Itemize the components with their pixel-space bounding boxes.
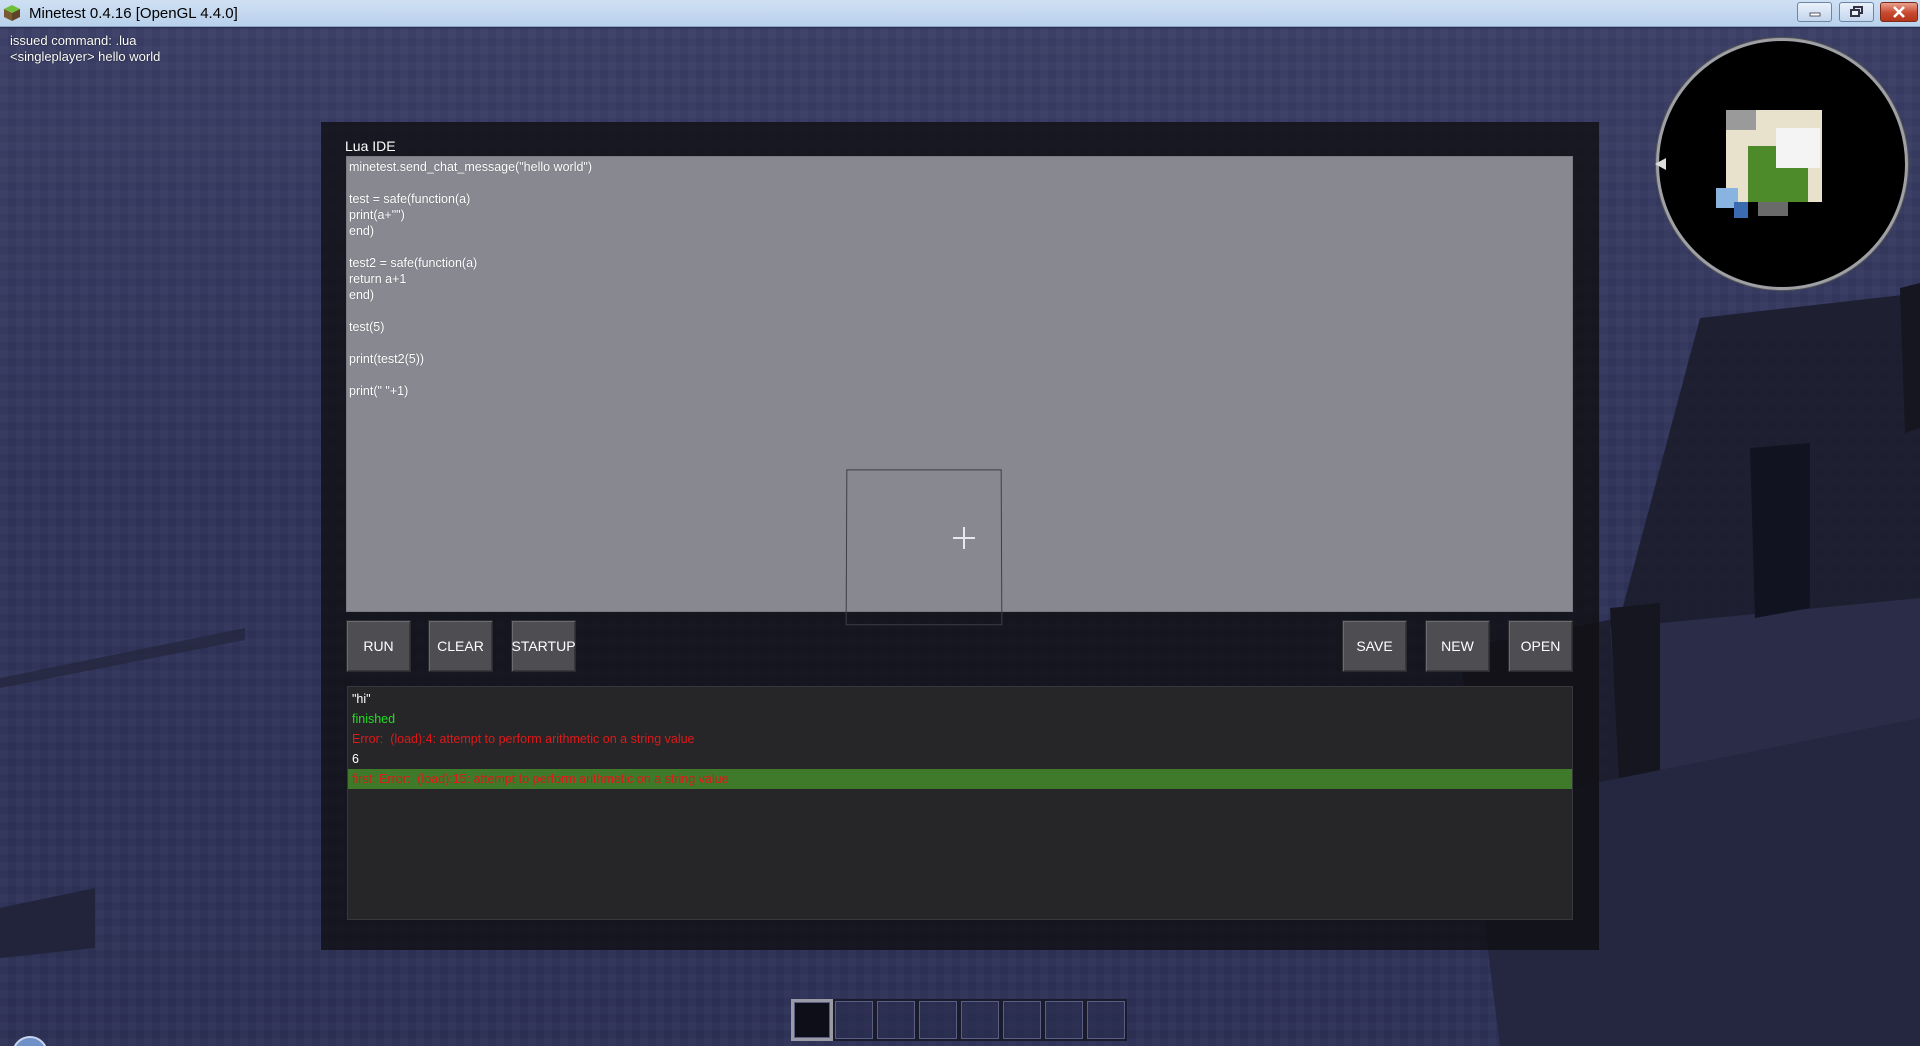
code-line: end)	[349, 224, 375, 238]
output-line[interactable]: Error: (load):4: attempt to perform arit…	[348, 729, 1572, 749]
minimize-button[interactable]	[1797, 2, 1832, 22]
minimap	[1656, 38, 1908, 290]
open-button[interactable]: OPEN	[1508, 620, 1573, 672]
output-console[interactable]: "hi" finished Error: (load):4: attempt to …	[347, 686, 1573, 920]
save-button[interactable]: SAVE	[1342, 620, 1407, 672]
clear-button[interactable]: CLEAR	[428, 620, 493, 672]
hotbar-slot[interactable]	[1085, 999, 1127, 1041]
crosshair-icon	[953, 527, 975, 549]
code-line: end)	[349, 288, 375, 302]
hotbar-slot[interactable]	[833, 999, 875, 1041]
dialog-title: Lua IDE	[345, 138, 396, 154]
output-line[interactable]: "hi"	[348, 689, 1572, 709]
output-line[interactable]: 6	[348, 749, 1572, 769]
code-line: test2 = safe(function(a)	[349, 256, 478, 270]
chat-line: <singleplayer> hello world	[10, 49, 161, 64]
chat-log: issued command: .lua <singleplayer> hell…	[10, 33, 160, 65]
window-titlebar: Minetest 0.4.16 [OpenGL 4.4.0]	[0, 0, 1920, 27]
close-button[interactable]	[1880, 2, 1918, 22]
run-button[interactable]: RUN	[346, 620, 411, 672]
hotbar-slot[interactable]	[1001, 999, 1043, 1041]
output-line[interactable]: finished	[348, 709, 1572, 729]
code-line: test = safe(function(a)	[349, 192, 471, 206]
player-arrow-icon	[1655, 158, 1666, 170]
minimize-icon	[1809, 12, 1820, 17]
code-line: print(" "+1)	[349, 384, 409, 398]
new-button[interactable]: NEW	[1425, 620, 1490, 672]
node-selection-box	[845, 469, 1003, 626]
code-line: print(test2(5))	[349, 352, 425, 366]
minimap-terrain	[1716, 110, 1822, 218]
output-line-selected[interactable]: first: Error: (load):15: attempt to perf…	[348, 769, 1572, 789]
code-line: test(5)	[349, 320, 385, 334]
hotbar-slot[interactable]	[791, 999, 833, 1041]
minetest-app-icon	[4, 5, 20, 21]
hotbar-slot[interactable]	[1043, 999, 1085, 1041]
window-title: Minetest 0.4.16 [OpenGL 4.4.0]	[29, 5, 238, 22]
code-line: minetest.send_chat_message("hello world"…	[349, 160, 593, 174]
hotbar-slot[interactable]	[917, 999, 959, 1041]
code-line: return a+1	[349, 272, 407, 286]
code-line: print(a+"")	[349, 208, 405, 222]
maximize-icon	[1849, 6, 1863, 17]
maximize-button[interactable]	[1839, 2, 1874, 22]
close-icon	[1893, 6, 1905, 18]
startup-button[interactable]: STARTUP	[511, 620, 576, 672]
chat-line: issued command: .lua	[10, 33, 137, 48]
hotbar	[791, 999, 1127, 1041]
hotbar-slot[interactable]	[875, 999, 917, 1041]
hotbar-slot[interactable]	[959, 999, 1001, 1041]
